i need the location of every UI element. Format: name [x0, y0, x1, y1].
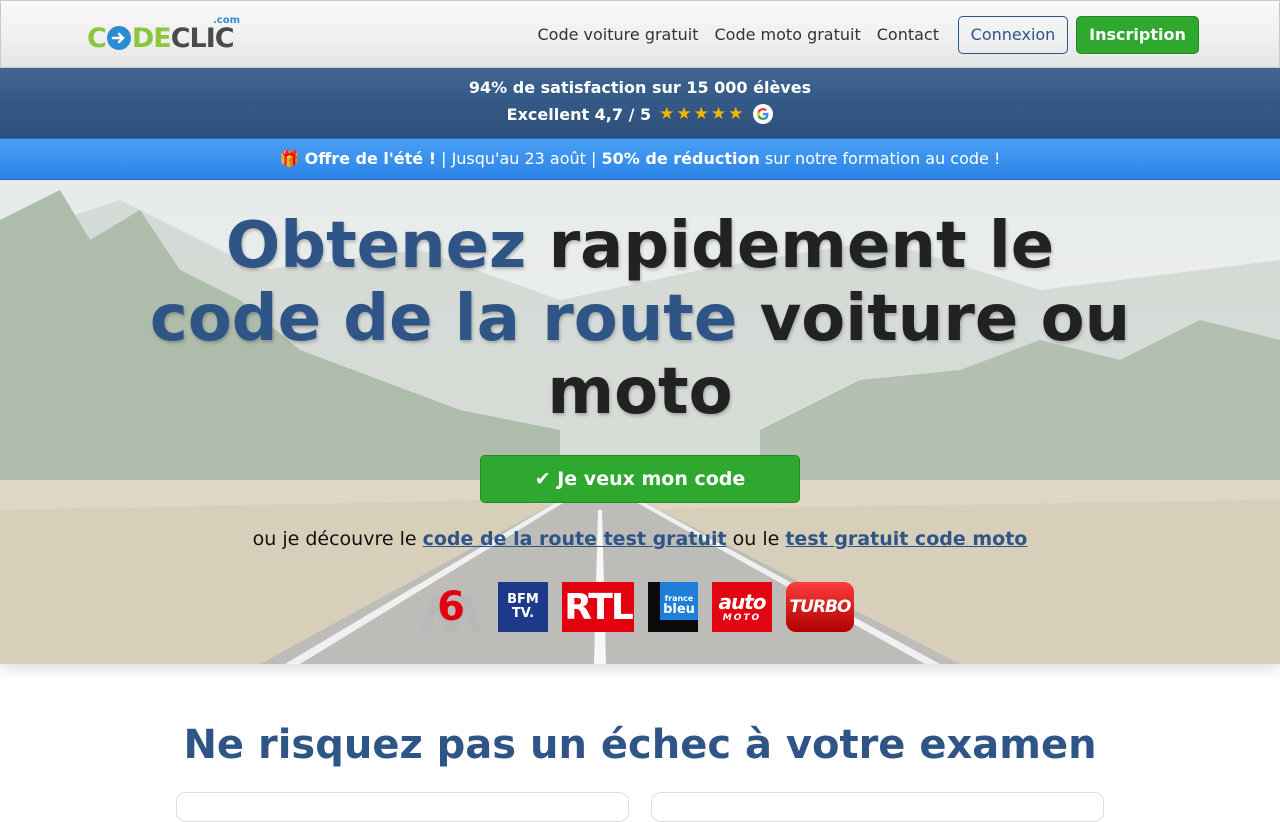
automoto-logo-moto: MOTO	[722, 613, 762, 623]
rating-row: Excellent 4,7 / 5 ★★★★★	[0, 104, 1280, 124]
section-title: Ne risquez pas un échec à votre examen	[183, 722, 1097, 768]
media-logos: 6 BFM TV. RTL france bleu auto MOTO TURB…	[418, 582, 854, 632]
free-car-test-link[interactable]: code de la route test gratuit	[423, 528, 727, 550]
logo-arrow-icon	[106, 26, 131, 50]
google-icon	[753, 104, 774, 124]
hero-title: Obtenez rapidement le code de la route v…	[140, 210, 1140, 429]
automoto-logo-auto: auto	[718, 590, 766, 614]
nav-link-code-moto[interactable]: Code moto gratuit	[715, 25, 861, 44]
hero-sub-mid: ou le	[726, 528, 786, 550]
fbleu-logo-line2: bleu	[663, 602, 695, 617]
logo-c: C	[87, 23, 107, 54]
nav-link-code-voiture[interactable]: Code voiture gratuit	[538, 25, 699, 44]
gift-icon: 🎁	[279, 149, 300, 168]
promo-date-text: | Jusqu'au 23 août |	[436, 149, 602, 168]
auto-moto-logo: auto MOTO	[712, 582, 772, 632]
promo-discount-text: 50% de réduction	[601, 149, 760, 168]
hero-title-highlight-2: code de la route	[149, 282, 738, 356]
top-navbar: .com C DECLIC Code voiture gratuit Code m…	[0, 0, 1280, 68]
main-nav: Code voiture gratuit Code moto gratuit C…	[538, 25, 940, 44]
rating-score-text: Excellent 4,7 / 5	[506, 104, 652, 124]
promo-offer-text: Offre de l'été !	[304, 149, 436, 168]
feature-card	[651, 792, 1104, 822]
bfmtv-logo: BFM TV.	[498, 582, 548, 632]
satisfaction-text: 94% de satisfaction sur 15 000 élèves	[468, 78, 812, 97]
signup-button[interactable]: Inscription	[1076, 16, 1199, 54]
codeclic-logo[interactable]: .com C DECLIC	[87, 15, 247, 57]
promo-tail-text: sur notre formation au code !	[759, 149, 1001, 168]
hero-section: Obtenez rapidement le code de la route v…	[0, 180, 1280, 664]
star-rating-icon: ★★★★★	[659, 104, 746, 124]
logo-clic: CLIC	[170, 23, 235, 54]
promo-banner[interactable]: 🎁 Offre de l'été ! | Jusqu'au 23 août | …	[0, 138, 1280, 180]
hero-title-highlight-1: Obtenez	[225, 209, 527, 283]
rtl-logo: RTL	[562, 582, 634, 632]
logo-wordmark: C DECLIC	[87, 23, 235, 55]
nav-link-contact[interactable]: Contact	[877, 25, 939, 44]
feature-card	[176, 792, 629, 822]
hero-title-text-1: rapidement le	[526, 209, 1055, 283]
bfm-logo-line1: BFM	[507, 592, 539, 607]
get-my-code-button[interactable]: ✔ Je veux mon code	[480, 455, 800, 503]
logo-de: DE	[131, 23, 172, 54]
bfm-logo-line2: TV.	[511, 606, 535, 621]
rating-banner: 94% de satisfaction sur 15 000 élèves Ex…	[0, 68, 1280, 138]
france-bleu-logo: france bleu	[648, 582, 698, 632]
turbo-logo: TURBO	[786, 582, 854, 632]
m6-logo: 6	[418, 582, 484, 632]
hero-subtext: ou je découvre le code de la route test …	[0, 528, 1280, 550]
m6-logo-number: 6	[437, 584, 465, 630]
free-moto-test-link[interactable]: test gratuit code moto	[785, 528, 1027, 550]
login-button[interactable]: Connexion	[958, 16, 1068, 54]
hero-sub-prefix: ou je découvre le	[252, 528, 423, 550]
